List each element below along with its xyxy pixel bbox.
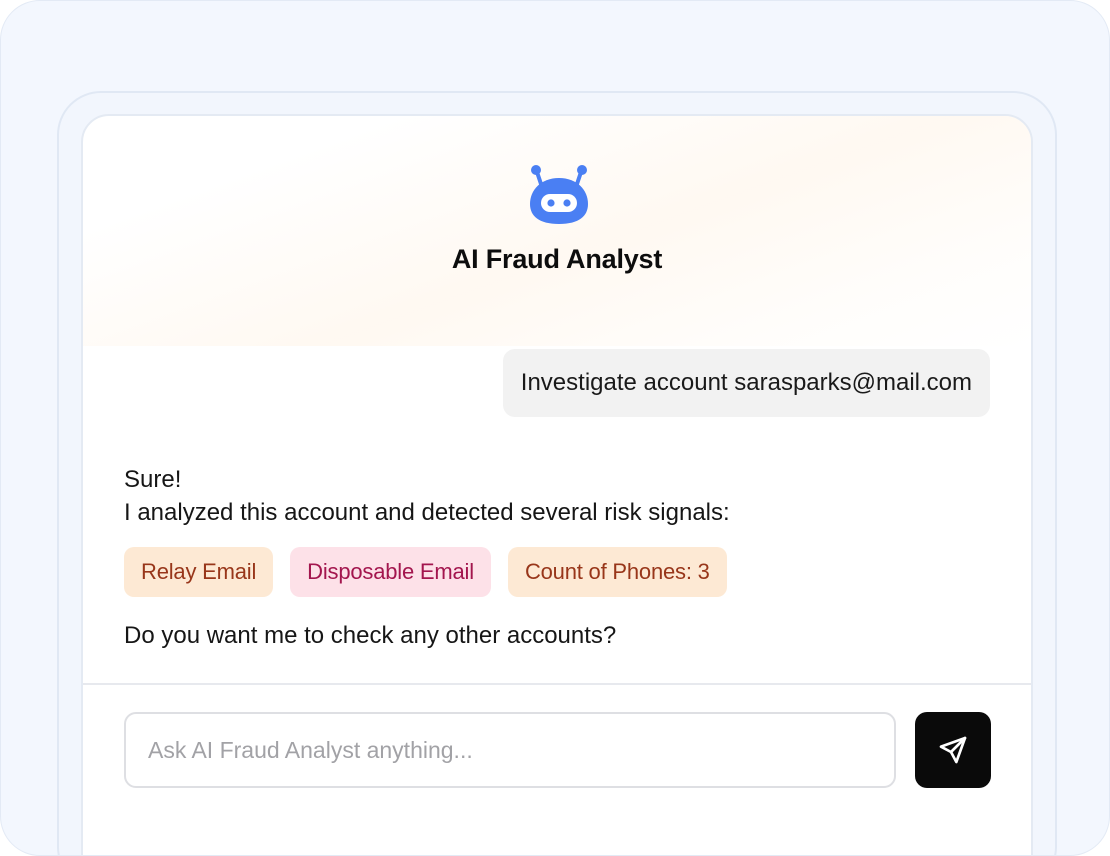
tag-relay-email: Relay Email [124, 547, 274, 597]
tag-disposable-email: Disposable Email [290, 547, 491, 597]
composer-divider [83, 683, 1031, 685]
risk-signal-tags: Relay Email Disposable Email Count of Ph… [124, 547, 727, 597]
send-button[interactable] [915, 712, 991, 788]
tag-count-of-phones: Count of Phones: 3 [507, 547, 727, 597]
assistant-message: Sure! I analyzed this account and detect… [124, 463, 730, 529]
page-background: AI Fraud Analyst Investigate account sar… [0, 0, 1110, 856]
page-title: AI Fraud Analyst [451, 244, 663, 274]
assistant-greeting: Sure! [124, 466, 182, 493]
robot-icon [530, 165, 588, 224]
user-message: Investigate account sarasparks@mail.com [502, 349, 990, 417]
assistant-summary: I analyzed this account and detected sev… [124, 499, 730, 526]
assistant-followup: Do you want me to check any other accoun… [124, 622, 617, 649]
chat-card: AI Fraud Analyst Investigate account sar… [81, 114, 1033, 855]
header-glow [83, 116, 1031, 346]
send-icon [939, 736, 967, 764]
chat-input[interactable] [124, 712, 896, 788]
